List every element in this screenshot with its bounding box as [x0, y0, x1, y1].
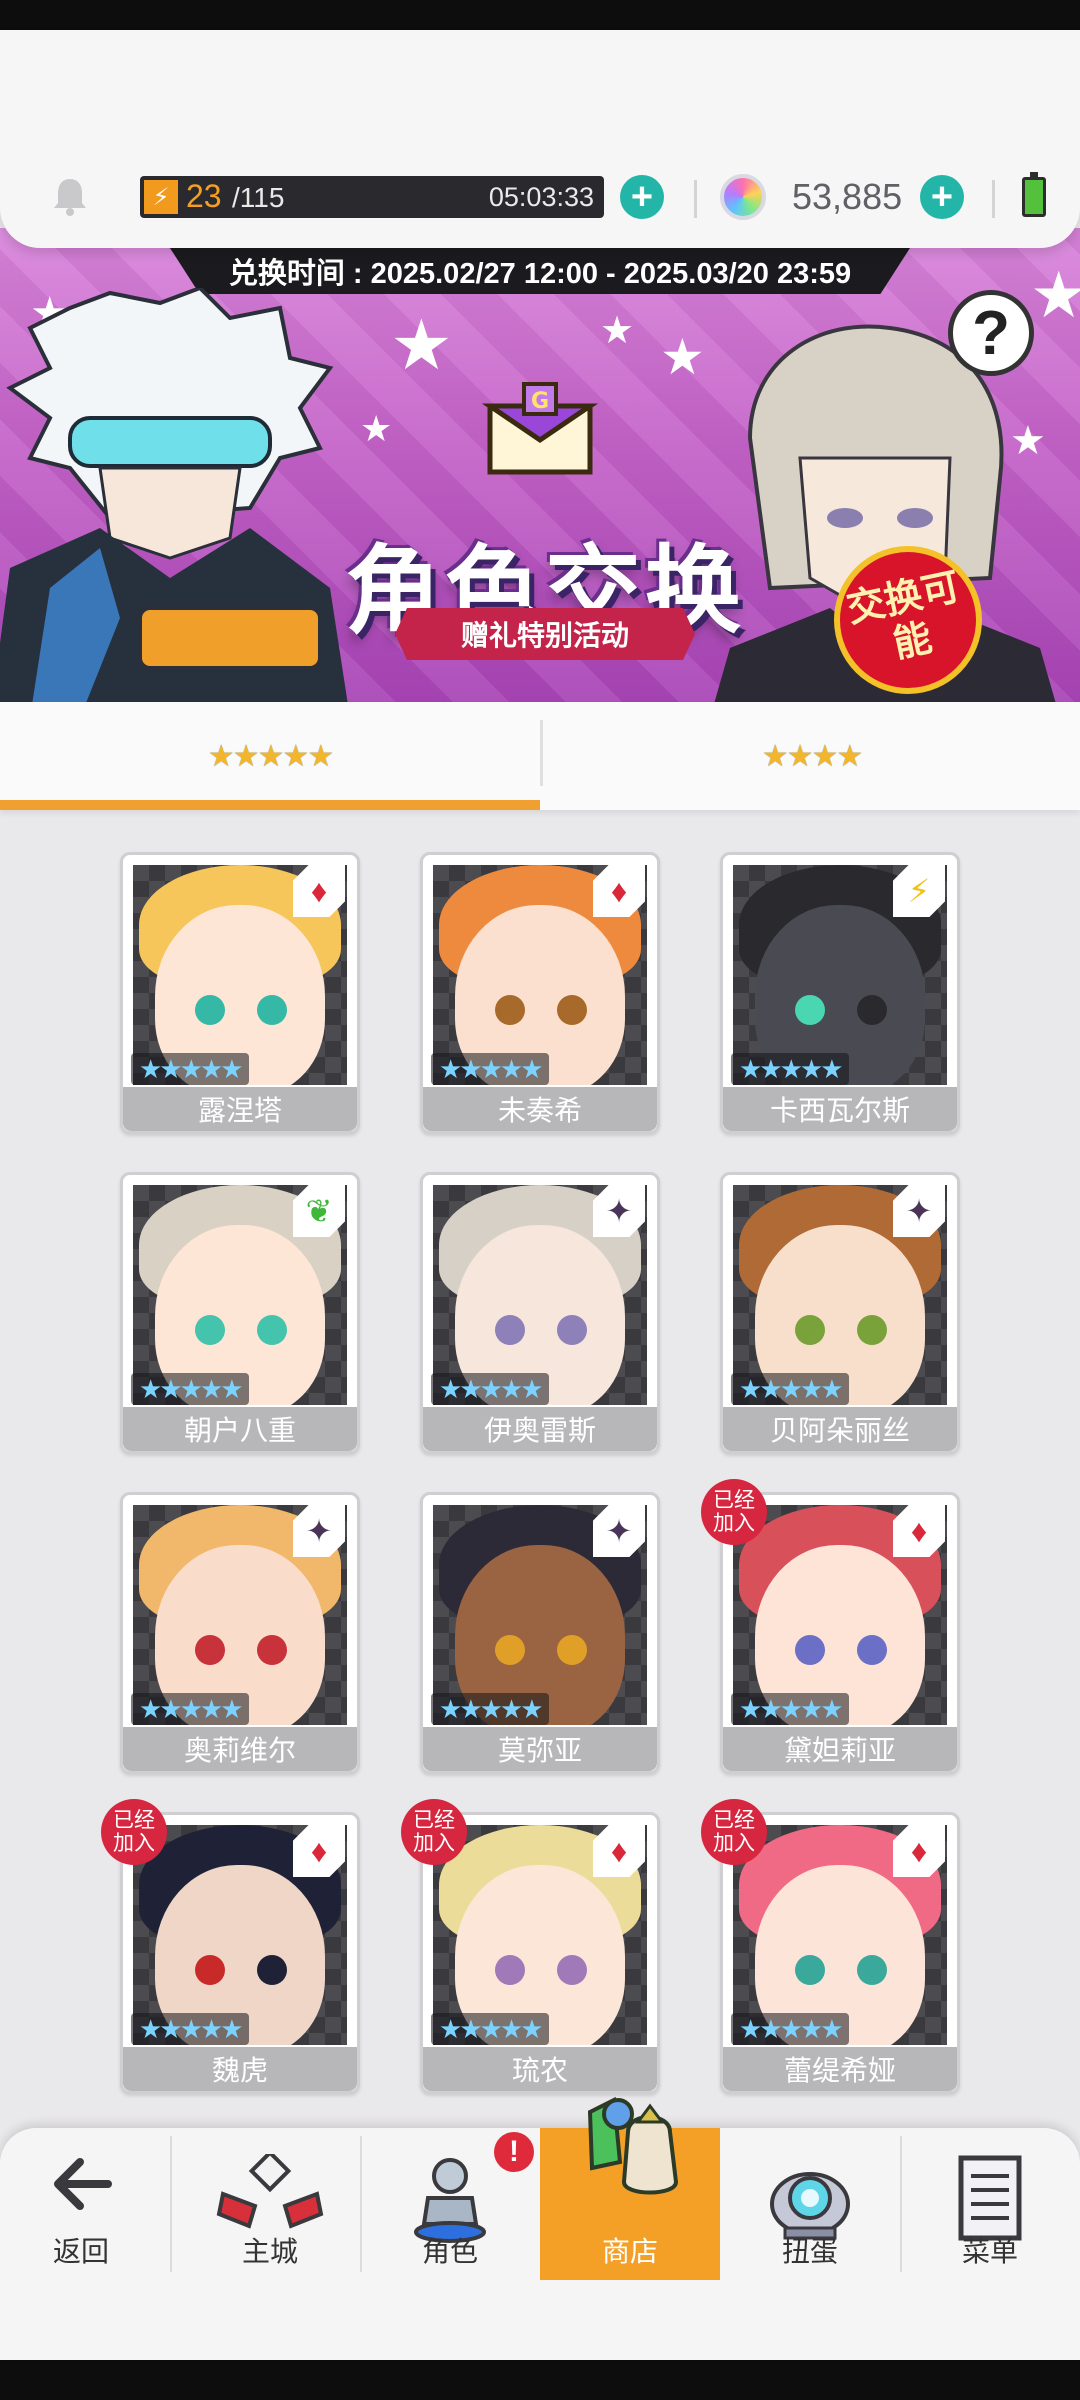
- stamina-max: /115: [232, 182, 285, 213]
- mail-icon: G: [482, 382, 598, 475]
- joined-badge: 已经加入: [701, 1479, 767, 1545]
- character-name: 露涅塔: [123, 1087, 357, 1131]
- nav-label: 菜单: [961, 2236, 1018, 2267]
- character-name: 朝户八重: [123, 1407, 357, 1451]
- character-name: 魏虎: [123, 2047, 357, 2091]
- rarity-stars: ★★★★★: [731, 1053, 849, 1085]
- status-bar-strip: [0, 0, 1080, 30]
- character-name: 蕾缇希娅: [723, 2047, 957, 2091]
- element-star-icon: ✦: [893, 1185, 945, 1237]
- rarity-stars: ★★★★★: [431, 2013, 549, 2045]
- character-name: 伊奥雷斯: [423, 1407, 657, 1451]
- divider: [694, 180, 697, 218]
- character-name: 卡西瓦尔斯: [723, 1087, 957, 1131]
- rarity-tabs: ★★★★★ ★★★★: [0, 702, 1080, 810]
- rarity-stars: ★★★★★: [131, 2013, 249, 2045]
- character-card[interactable]: ❦ ★★★★★ 朝户八重: [120, 1172, 360, 1454]
- stamina-timer: 05:03:33: [488, 182, 594, 212]
- back-arrow-icon: [54, 2158, 112, 2210]
- element-diamond-icon: ♦: [893, 1825, 945, 1877]
- character-card[interactable]: ✦ ★★★★★ 贝阿朵丽丝: [720, 1172, 960, 1454]
- city-icon: [216, 2154, 324, 2229]
- event-banner: 兑换时间 : 2025.02/27 12:00 - 2025.03/20 23:…: [0, 228, 1080, 702]
- character-card[interactable]: ✦ ★★★★★ 伊奥雷斯: [420, 1172, 660, 1454]
- nav-label: 扭蛋: [781, 2236, 838, 2267]
- add-gems-button[interactable]: +: [920, 175, 964, 219]
- five-star-icon: ★★★★★: [207, 739, 334, 773]
- rarity-stars: ★★★★★: [731, 1373, 849, 1405]
- nav-item-gacha[interactable]: 扭蛋: [720, 2128, 900, 2280]
- gem-count: 53,885: [792, 176, 903, 217]
- rarity-stars: ★★★★★: [131, 1053, 249, 1085]
- element-diamond-icon: ♦: [293, 1825, 345, 1877]
- svg-text:G: G: [531, 389, 549, 414]
- bell-icon[interactable]: [48, 175, 92, 219]
- tab-five-star[interactable]: ★★★★★: [0, 702, 540, 810]
- character-card[interactable]: ♦ ★★★★★ 露涅塔: [120, 852, 360, 1134]
- character-card[interactable]: ✦ ★★★★★ 奥莉维尔: [120, 1492, 360, 1774]
- lightning-icon: ⚡: [144, 180, 178, 214]
- joined-badge: 已经加入: [101, 1799, 167, 1865]
- event-subtitle: 赠礼特别活动: [395, 608, 695, 660]
- nav-label: 角色: [421, 2236, 478, 2267]
- system-nav-strip: [0, 2360, 1080, 2400]
- rarity-stars: ★★★★★: [131, 1373, 249, 1405]
- nav-item-character[interactable]: ! 角色: [360, 2128, 540, 2280]
- element-star-icon: ✦: [293, 1505, 345, 1557]
- star-decoration-icon: ★: [600, 310, 635, 352]
- nav-label: 商店: [601, 2236, 658, 2267]
- element-diamond-icon: ♦: [593, 1825, 645, 1877]
- nav-item-menu[interactable]: 菜单: [900, 2128, 1080, 2280]
- character-name: 未奏希: [423, 1087, 657, 1131]
- resource-header: ⚡ 23 /115 05:03:33 + 53,885 +: [0, 30, 1080, 248]
- joined-badge: 已经加入: [401, 1799, 467, 1865]
- stamina-bar: ⚡ 23 /115 05:03:33: [140, 176, 604, 218]
- nav-item-shop[interactable]: 商店: [540, 2096, 720, 2280]
- character-name: 贝阿朵丽丝: [723, 1407, 957, 1451]
- tab-four-star[interactable]: ★★★★: [543, 702, 1080, 810]
- character-card[interactable]: ⚡ ★★★★★ 卡西瓦尔斯: [720, 852, 960, 1134]
- joined-badge: 已经加入: [701, 1799, 767, 1865]
- add-stamina-button[interactable]: +: [620, 175, 664, 219]
- character-card[interactable]: ♦ ★★★★★ 未奏希: [420, 852, 660, 1134]
- help-button[interactable]: ?: [948, 290, 1034, 376]
- character-card[interactable]: 已经加入 ♦ ★★★★★ 蕾缇希娅: [701, 1799, 960, 2094]
- battery-icon: [1022, 172, 1046, 217]
- element-diamond-icon: ♦: [893, 1505, 945, 1557]
- rarity-stars: ★★★★★: [431, 1693, 549, 1725]
- four-star-icon: ★★★★: [761, 739, 864, 773]
- rarity-stars: ★★★★★: [431, 1373, 549, 1405]
- character-card[interactable]: 已经加入 ♦ ★★★★★ 黛妲莉亚: [701, 1479, 960, 1774]
- tab-selected-indicator: [0, 800, 540, 810]
- nav-divider: [170, 2136, 172, 2272]
- nav-label: 主城: [241, 2236, 298, 2267]
- nav-item-city[interactable]: 主城: [180, 2128, 360, 2280]
- stamina-current: 23: [186, 178, 222, 214]
- character-name: 莫弥亚: [423, 1727, 657, 1771]
- character-card[interactable]: 已经加入 ♦ ★★★★★ 魏虎: [101, 1799, 360, 2094]
- element-leaf-icon: ❦: [293, 1185, 345, 1237]
- character-name: 黛妲莉亚: [723, 1727, 957, 1771]
- divider: [992, 180, 995, 218]
- character-name: 琉农: [423, 2047, 657, 2091]
- star-decoration-icon: ★: [390, 306, 453, 384]
- element-star-icon: ✦: [593, 1185, 645, 1237]
- alert-badge: !: [494, 2132, 534, 2172]
- rarity-stars: ★★★★★: [731, 2013, 849, 2045]
- character-grid: ♦ ★★★★★ 露涅塔 ♦ ★★★★★ 未奏希 ⚡ ★★★★★ 卡西瓦尔斯 ❦ …: [0, 810, 1080, 2130]
- shop-icon: [587, 2096, 679, 2195]
- character-card[interactable]: 已经加入 ♦ ★★★★★ 琉农: [401, 1799, 660, 2094]
- back-button[interactable]: 返回: [0, 2128, 162, 2280]
- nav-label: 返回: [52, 2236, 109, 2267]
- character-card[interactable]: ✦ ★★★★★ 莫弥亚: [420, 1492, 660, 1774]
- bottom-navigation: 返回 主城 ! 角色 商店 扭蛋 菜单: [0, 2096, 1080, 2360]
- rarity-stars: ★★★★★: [431, 1053, 549, 1085]
- gem-icon: [720, 174, 766, 220]
- element-star-icon: ✦: [593, 1505, 645, 1557]
- character-name: 奥莉维尔: [123, 1727, 357, 1771]
- rarity-stars: ★★★★★: [731, 1693, 849, 1725]
- rarity-stars: ★★★★★: [131, 1693, 249, 1725]
